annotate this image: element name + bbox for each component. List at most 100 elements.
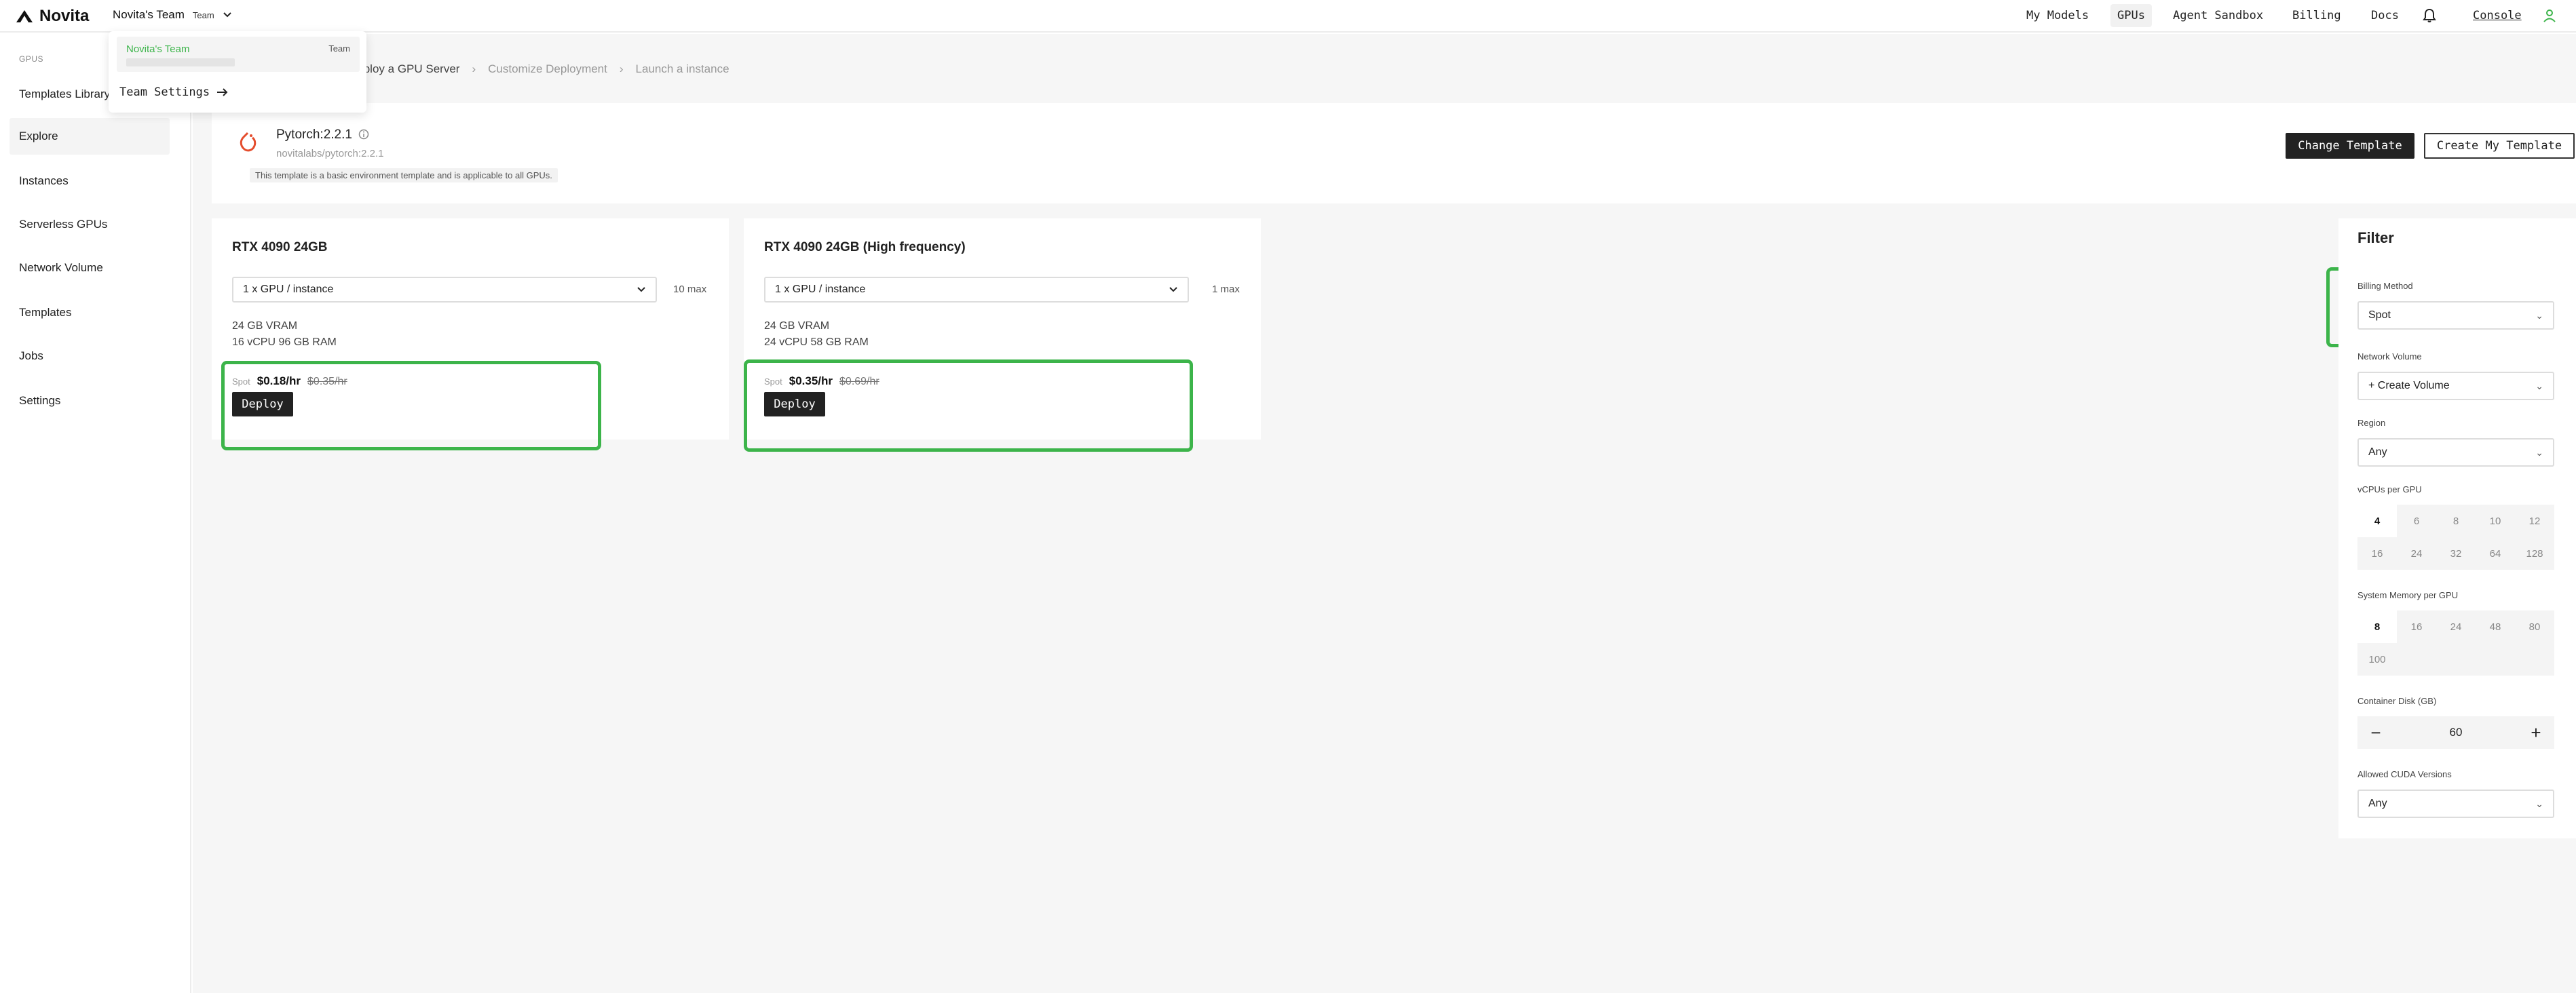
billing-method-select[interactable]: Spot ⌄ — [2357, 301, 2554, 330]
breadcrumb-separator: › — [619, 62, 624, 75]
gpu-count-value: 1 x GPU / instance — [775, 284, 866, 295]
gpu-card: RTX 4090 24GB 1 x GPU / instance 10 max … — [212, 218, 729, 440]
nav-console[interactable]: Console — [2466, 4, 2528, 27]
decrement-button[interactable]: − — [2366, 722, 2386, 743]
sidebar-item-serverless-gpus[interactable]: Serverless GPUs — [10, 206, 170, 243]
memory-option[interactable]: 100 — [2357, 643, 2397, 676]
spot-price: $0.35/hr — [789, 374, 833, 387]
sidebar: GPUS Templates Library Explore Instances… — [0, 33, 191, 993]
team-settings-link[interactable]: Team Settings — [119, 85, 229, 99]
deploy-button[interactable]: Deploy — [232, 392, 293, 416]
sidebar-item-network-volume[interactable]: Network Volume — [10, 250, 170, 286]
price-row: Spot $0.35/hr $0.69/hr — [764, 374, 879, 388]
vcpu-option[interactable]: 24 — [2397, 537, 2436, 570]
original-price: $0.69/hr — [839, 376, 879, 387]
info-icon[interactable] — [358, 129, 369, 140]
system-memory-label: System Memory per GPU — [2357, 590, 2459, 600]
gpu-vram: 24 GB VRAM — [232, 320, 298, 332]
template-repo: novitalabs/pytorch:2.2.1 — [276, 148, 384, 159]
vcpu-option[interactable]: 128 — [2515, 537, 2554, 570]
team-option-type: Team — [328, 43, 350, 54]
chevron-down-icon — [223, 12, 231, 18]
chevron-down-icon: ⌄ — [2535, 309, 2543, 321]
team-option-name: Novita's Team — [126, 43, 190, 55]
arrow-right-icon — [217, 88, 228, 96]
vcpu-option[interactable]: 16 — [2357, 537, 2397, 570]
vcpu-option[interactable]: 10 — [2476, 505, 2515, 537]
memory-option[interactable]: 80 — [2515, 610, 2554, 643]
user-avatar-button[interactable] — [2535, 4, 2564, 27]
notifications-button[interactable] — [2416, 4, 2443, 27]
bell-icon — [2423, 8, 2436, 22]
billing-method-value: Spot — [2368, 309, 2391, 321]
team-settings-label: Team Settings — [119, 85, 210, 99]
team-switcher[interactable]: Novita's Team Team — [113, 0, 232, 30]
nav-billing[interactable]: Billing — [2286, 4, 2348, 27]
team-option-id-redacted — [126, 58, 235, 66]
breadcrumb-separator: › — [472, 62, 476, 75]
spot-price: $0.18/hr — [257, 374, 301, 387]
novita-logo[interactable]: Novita — [15, 1, 89, 31]
gpu-title: RTX 4090 24GB — [232, 240, 328, 254]
gpu-vram: 24 GB VRAM — [764, 320, 830, 332]
vcpu-option[interactable]: 12 — [2515, 505, 2554, 537]
region-value: Any — [2368, 446, 2387, 458]
filter-panel: Filter Billing Method Spot ⌄ Network Vol… — [2338, 218, 2576, 838]
nav-gpus[interactable]: GPUs — [2110, 4, 2152, 27]
sidebar-item-instances[interactable]: Instances — [10, 163, 170, 199]
vcpu-option[interactable]: 32 — [2436, 537, 2476, 570]
novita-logo-icon — [16, 10, 33, 22]
original-price: $0.35/hr — [307, 376, 347, 387]
vcpu-per-gpu-options: 4 6 8 10 12 16 24 32 64 128 — [2357, 505, 2554, 570]
gpu-count-select[interactable]: 1 x GPU / instance — [764, 277, 1189, 303]
brand-name: Novita — [39, 7, 90, 25]
user-icon — [2543, 9, 2556, 22]
sidebar-item-templates[interactable]: Templates — [10, 294, 170, 331]
spot-label: Spot — [232, 376, 250, 387]
region-label: Region — [2357, 418, 2386, 428]
chevron-down-icon — [637, 287, 645, 292]
memory-option[interactable]: 24 — [2436, 610, 2476, 643]
pytorch-logo-icon — [240, 132, 257, 152]
sidebar-item-jobs[interactable]: Jobs — [10, 338, 170, 374]
team-option[interactable]: Novita's Team Team — [117, 37, 360, 72]
network-volume-select[interactable]: + Create Volume ⌄ — [2357, 372, 2554, 400]
chevron-down-icon — [1169, 287, 1177, 292]
breadcrumb-step-customize: Customize Deployment — [488, 62, 607, 75]
cuda-versions-value: Any — [2368, 798, 2387, 809]
nav-my-models[interactable]: My Models — [2020, 4, 2096, 27]
team-badge: Team — [192, 9, 214, 20]
deploy-button[interactable]: Deploy — [764, 392, 825, 416]
gpu-cpu-ram: 24 vCPU 58 GB RAM — [764, 336, 869, 348]
gpu-count-select[interactable]: 1 x GPU / instance — [232, 277, 657, 303]
create-my-template-button[interactable]: Create My Template — [2424, 133, 2575, 159]
region-select[interactable]: Any ⌄ — [2357, 438, 2554, 467]
top-navbar: Novita Novita's Team Team My Models GPUs… — [0, 0, 2576, 33]
main-content: Deploy a GPU Server › Customize Deployme… — [193, 34, 2576, 993]
vcpu-per-gpu-label: vCPUs per GPU — [2357, 484, 2422, 494]
price-row: Spot $0.18/hr $0.35/hr — [232, 374, 347, 388]
nav-agent-sandbox[interactable]: Agent Sandbox — [2166, 4, 2270, 27]
team-name: Novita's Team — [113, 8, 185, 21]
nav-docs[interactable]: Docs — [2364, 4, 2406, 27]
vcpu-option[interactable]: 6 — [2397, 505, 2436, 537]
network-volume-label: Network Volume — [2357, 351, 2422, 362]
cuda-versions-select[interactable]: Any ⌄ — [2357, 790, 2554, 818]
gpu-count-value: 1 x GPU / instance — [243, 284, 334, 295]
memory-option[interactable]: 48 — [2476, 610, 2515, 643]
memory-option[interactable]: 8 — [2357, 610, 2397, 643]
vcpu-option[interactable]: 8 — [2436, 505, 2476, 537]
sidebar-item-explore[interactable]: Explore — [10, 118, 170, 155]
gpu-cpu-ram: 16 vCPU 96 GB RAM — [232, 336, 337, 348]
gpu-card: RTX 4090 24GB (High frequency) 1 x GPU /… — [744, 218, 1261, 440]
increment-button[interactable]: + — [2526, 722, 2546, 743]
container-disk-value[interactable]: 60 — [2450, 726, 2463, 739]
sidebar-item-settings[interactable]: Settings — [10, 383, 170, 419]
memory-option[interactable]: 16 — [2397, 610, 2436, 643]
chevron-down-icon: ⌄ — [2535, 446, 2543, 458]
team-dropdown-menu: Novita's Team Team Team Settings — [109, 31, 366, 113]
container-disk-stepper: − 60 + — [2357, 716, 2554, 749]
vcpu-option[interactable]: 4 — [2357, 505, 2397, 537]
change-template-button[interactable]: Change Template — [2286, 133, 2414, 159]
vcpu-option[interactable]: 64 — [2476, 537, 2515, 570]
